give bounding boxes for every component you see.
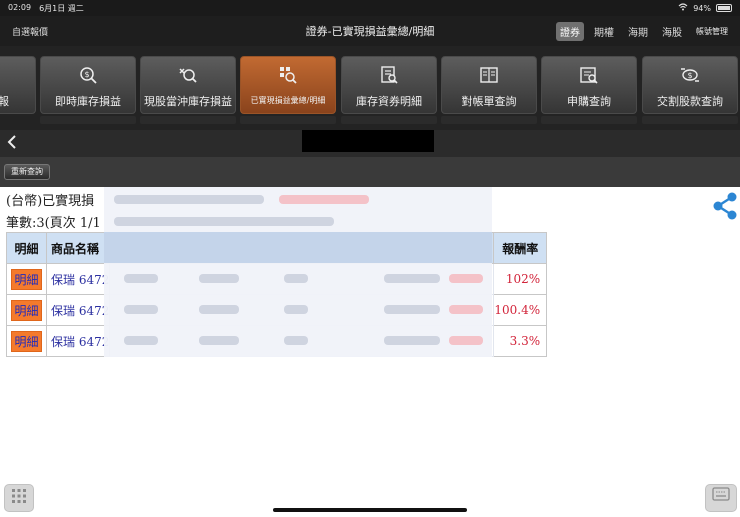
blurred-text [199, 305, 239, 314]
tile-reflection [642, 116, 738, 124]
statement-icon [479, 65, 499, 85]
share-icon[interactable] [712, 191, 738, 221]
account-management-button[interactable]: 帳號管理 [696, 26, 728, 37]
tile-label: 即時庫存損益 [55, 95, 121, 108]
detail-button[interactable]: 明細 [11, 330, 42, 352]
tile-label: 交割股款查詢 [657, 95, 723, 108]
product-name: 保瑞 6472 [45, 325, 111, 357]
blurred-text [384, 305, 440, 314]
product-name: 保瑞 6472 [45, 263, 111, 295]
roi-value: 102% [493, 263, 548, 295]
blurred-text [449, 274, 483, 283]
blurred-text [199, 274, 239, 283]
status-time: 02:09 [8, 2, 32, 12]
blurred-text [114, 217, 334, 226]
tile-reflection [441, 116, 537, 124]
tile-label: 申購查詢 [567, 95, 611, 108]
tile-reflection [140, 116, 236, 124]
blurred-region [104, 187, 492, 357]
blurred-text [284, 305, 308, 314]
tile-statement-query[interactable]: 對帳單查詢 [441, 56, 537, 114]
product-name: 保瑞 6472 [45, 294, 111, 326]
blurred-text [124, 274, 158, 283]
tile-label: 現股當沖庫存損益 [144, 95, 232, 108]
blurred-text [284, 336, 308, 345]
roi-value: 3.3% [493, 325, 548, 357]
col-detail: 明細 [6, 232, 47, 264]
roi-value: 100.4% [493, 294, 548, 326]
back-bar [0, 130, 740, 157]
keyboard-icon[interactable] [705, 484, 737, 512]
status-bar: 02:09 6月1日 週二 94% [0, 0, 740, 16]
tile-label: 庫存資券明細 [356, 95, 422, 108]
market-tabs: 證券 期權 海期 海股 [556, 21, 686, 41]
record-count: 筆數:3(頁次 1/1 [6, 216, 101, 231]
app-header: 自選報價 證券-已實現損益彙總/明細 證券 期權 海期 海股 帳號管理 [0, 16, 740, 46]
refresh-query-button[interactable]: 重新查詢 [4, 164, 50, 180]
battery-icon [716, 4, 732, 12]
result-panel: (台幣)已實現損 筆數:3(頁次 1/1 明細 商品名稱 報酬率 明細 保瑞 6… [0, 187, 740, 517]
blurred-text [384, 274, 440, 283]
back-arrow-icon[interactable] [6, 133, 18, 155]
tile-reflection [240, 116, 336, 124]
tile-reflection [40, 116, 136, 124]
status-date: 6月1日 週二 [39, 3, 84, 13]
settlement-money-icon: $ [680, 65, 700, 85]
wifi-icon [678, 3, 688, 13]
subscription-icon [579, 65, 599, 85]
tile-label: 對帳單查詢 [461, 95, 517, 108]
svg-text:$: $ [84, 70, 89, 79]
blurred-text [449, 305, 483, 314]
tile-realtime-inventory-pnl[interactable]: $ 即時庫存損益 [40, 56, 136, 114]
blurred-text [449, 336, 483, 345]
blurred-text [384, 336, 440, 345]
detail-button[interactable]: 明細 [11, 268, 42, 290]
svg-text:$: $ [687, 71, 692, 80]
tile-reflection [541, 116, 637, 124]
blurred-text [279, 195, 369, 204]
tab-overseas-stocks[interactable]: 海股 [658, 22, 686, 41]
tile-realized-pnl[interactable]: 已實現損益彙總/明細 [240, 56, 336, 114]
tile-report[interactable]: ▤ 報 [0, 56, 36, 114]
watchlist-link[interactable]: 自選報價 [12, 25, 48, 38]
currency-summary: (台幣)已實現損 [6, 194, 95, 209]
blurred-text [124, 305, 158, 314]
tile-label: 報 [0, 95, 9, 108]
tile-label: 已實現損益彙總/明細 [250, 96, 326, 105]
app-grid-icon[interactable] [4, 484, 34, 512]
toolbar: 重新查詢 [0, 157, 740, 187]
settle-icon [178, 65, 198, 85]
home-indicator[interactable] [273, 508, 467, 512]
redacted-account [302, 130, 434, 152]
search-dollar-icon: $ [78, 65, 98, 85]
blurred-text [124, 336, 158, 345]
blurred-text [114, 195, 264, 204]
detail-button[interactable]: 明細 [11, 299, 42, 321]
tab-overseas-futures[interactable]: 海期 [624, 22, 652, 41]
function-tiles: ▤ 報 $ 即時庫存損益 現股當沖庫存損益 已實現損益彙總/明細 庫存資券明細 [0, 46, 740, 130]
tab-options[interactable]: 期權 [590, 22, 618, 41]
blurred-text [199, 336, 239, 345]
tile-reflection [341, 116, 437, 124]
doc-search-icon [379, 65, 399, 85]
col-roi: 報酬率 [493, 232, 548, 264]
tile-subscription-query[interactable]: 申購查詢 [541, 56, 637, 114]
battery-percent: 94% [693, 3, 711, 13]
tile-daytrade-inventory-pnl[interactable]: 現股當沖庫存損益 [140, 56, 236, 114]
grid-search-icon [278, 65, 298, 85]
tile-inventory-detail[interactable]: 庫存資券明細 [341, 56, 437, 114]
tile-settlement-query[interactable]: $ 交割股款查詢 [642, 56, 738, 114]
blurred-text [284, 274, 308, 283]
tab-securities[interactable]: 證券 [556, 21, 584, 41]
col-name: 商品名稱 [45, 232, 111, 264]
blurred-header [104, 232, 492, 263]
